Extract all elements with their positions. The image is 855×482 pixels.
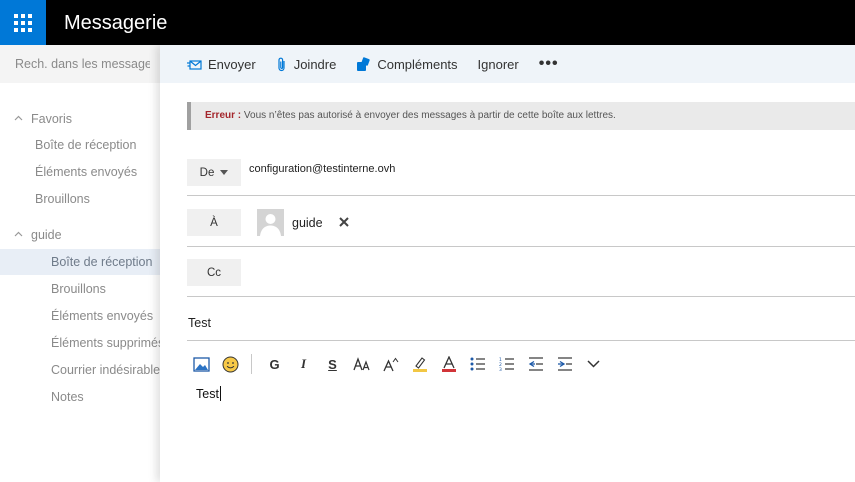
grow-font-icon xyxy=(382,357,399,372)
chevron-up-icon xyxy=(14,229,23,239)
bullets-button[interactable] xyxy=(463,352,492,376)
attach-label: Joindre xyxy=(293,56,337,72)
error-label: Erreur : xyxy=(205,110,242,121)
from-address: configuration@testinterne.ovh xyxy=(249,163,396,175)
decrease-indent-button[interactable] xyxy=(521,352,550,376)
message-body-text: Test xyxy=(196,387,219,401)
favorite-item-inbox[interactable]: Boîte de réception xyxy=(0,132,160,158)
increase-indent-button[interactable] xyxy=(550,352,579,376)
error-message-bar: Erreur : Vous n’êtes pas autorisé à envo… xyxy=(187,102,855,130)
font-color-button[interactable] xyxy=(434,352,463,376)
paperclip-icon xyxy=(276,57,288,72)
attach-button[interactable]: Joindre xyxy=(276,45,337,83)
send-icon xyxy=(187,58,202,71)
text-cursor xyxy=(219,386,221,401)
font-size-icon xyxy=(352,357,371,371)
folder-item-drafts[interactable]: Brouillons xyxy=(0,276,160,302)
top-bar: Messagerie xyxy=(0,0,855,45)
recipient-name: guide xyxy=(292,215,323,230)
grow-font-button[interactable] xyxy=(376,352,405,376)
outdent-icon xyxy=(528,357,544,371)
account-label: guide xyxy=(31,228,62,242)
divider xyxy=(187,340,855,341)
indent-icon xyxy=(557,357,573,371)
font-size-button[interactable] xyxy=(347,352,376,376)
send-button[interactable]: Envoyer xyxy=(187,45,256,83)
remove-recipient-icon[interactable] xyxy=(338,214,349,231)
folder-item-deleted[interactable]: Éléments supprimés xyxy=(0,330,160,356)
app-launcher-button[interactable] xyxy=(0,0,46,45)
folder-item-notes[interactable]: Notes xyxy=(0,384,160,410)
chevron-down-icon xyxy=(587,360,600,368)
more-options-button[interactable]: ••• xyxy=(539,45,559,83)
favorites-group-header[interactable]: Favoris xyxy=(14,112,72,126)
chevron-up-icon xyxy=(14,113,23,123)
formatting-toolbar: G I S 1 2 3 xyxy=(187,352,608,376)
folder-item-junk[interactable]: Courrier indésirable xyxy=(0,357,160,383)
numbering-button[interactable]: 1 2 3 xyxy=(492,352,521,376)
bold-button[interactable]: G xyxy=(260,352,289,376)
picture-icon xyxy=(193,356,210,372)
emoji-button[interactable] xyxy=(216,352,245,376)
svg-text:3: 3 xyxy=(499,367,502,371)
highlighter-icon xyxy=(412,356,428,372)
app-title: Messagerie xyxy=(64,12,168,34)
favorite-item-sent[interactable]: Éléments envoyés xyxy=(0,159,160,185)
send-label: Envoyer xyxy=(208,56,256,72)
discard-button[interactable]: Ignorer xyxy=(478,45,519,83)
to-label: À xyxy=(210,216,218,229)
numbered-list-icon: 1 2 3 xyxy=(499,357,515,371)
message-body[interactable]: Test xyxy=(196,386,221,401)
bullet-list-icon xyxy=(470,357,486,371)
divider xyxy=(187,246,855,247)
favorites-label: Favoris xyxy=(31,112,72,126)
search-input[interactable] xyxy=(0,45,150,83)
subject-input[interactable] xyxy=(187,308,855,338)
waffle-icon xyxy=(14,13,32,32)
divider xyxy=(187,296,855,297)
highlight-button[interactable] xyxy=(405,352,434,376)
recipient-chip[interactable]: guide xyxy=(257,209,349,236)
favorite-item-drafts[interactable]: Brouillons xyxy=(0,186,160,212)
command-bar: Envoyer Joindre Compléments Ignorer ••• xyxy=(160,45,855,83)
cc-button[interactable]: Cc xyxy=(187,259,241,286)
search-box xyxy=(0,45,160,83)
smiley-icon xyxy=(222,356,239,373)
underline-button[interactable]: S xyxy=(318,352,347,376)
addins-label: Compléments xyxy=(377,56,458,72)
addins-icon xyxy=(356,56,371,72)
more-formatting-button[interactable] xyxy=(579,352,608,376)
avatar xyxy=(257,209,284,236)
compose-pane: Envoyer Joindre Compléments Ignorer ••• xyxy=(160,45,855,482)
left-navigation: Favoris Boîte de réception Éléments envo… xyxy=(0,45,160,482)
discard-label: Ignorer xyxy=(477,56,519,72)
toolbar-separator xyxy=(251,354,252,374)
caret-down-icon xyxy=(220,170,229,175)
to-button[interactable]: À xyxy=(187,209,241,236)
italic-button[interactable]: I xyxy=(289,352,318,376)
from-label: De xyxy=(199,166,215,179)
addins-button[interactable]: Compléments xyxy=(356,45,458,83)
font-color-icon xyxy=(441,356,457,372)
divider xyxy=(187,195,855,196)
from-button[interactable]: De xyxy=(187,159,241,186)
error-text: Vous n’êtes pas autorisé à envoyer des m… xyxy=(241,110,616,121)
cc-label: Cc xyxy=(206,266,222,279)
insert-picture-button[interactable] xyxy=(187,352,216,376)
account-group-header[interactable]: guide xyxy=(14,228,62,242)
folder-item-sent[interactable]: Éléments envoyés xyxy=(0,303,160,329)
folder-item-inbox[interactable]: Boîte de réception xyxy=(0,249,160,275)
